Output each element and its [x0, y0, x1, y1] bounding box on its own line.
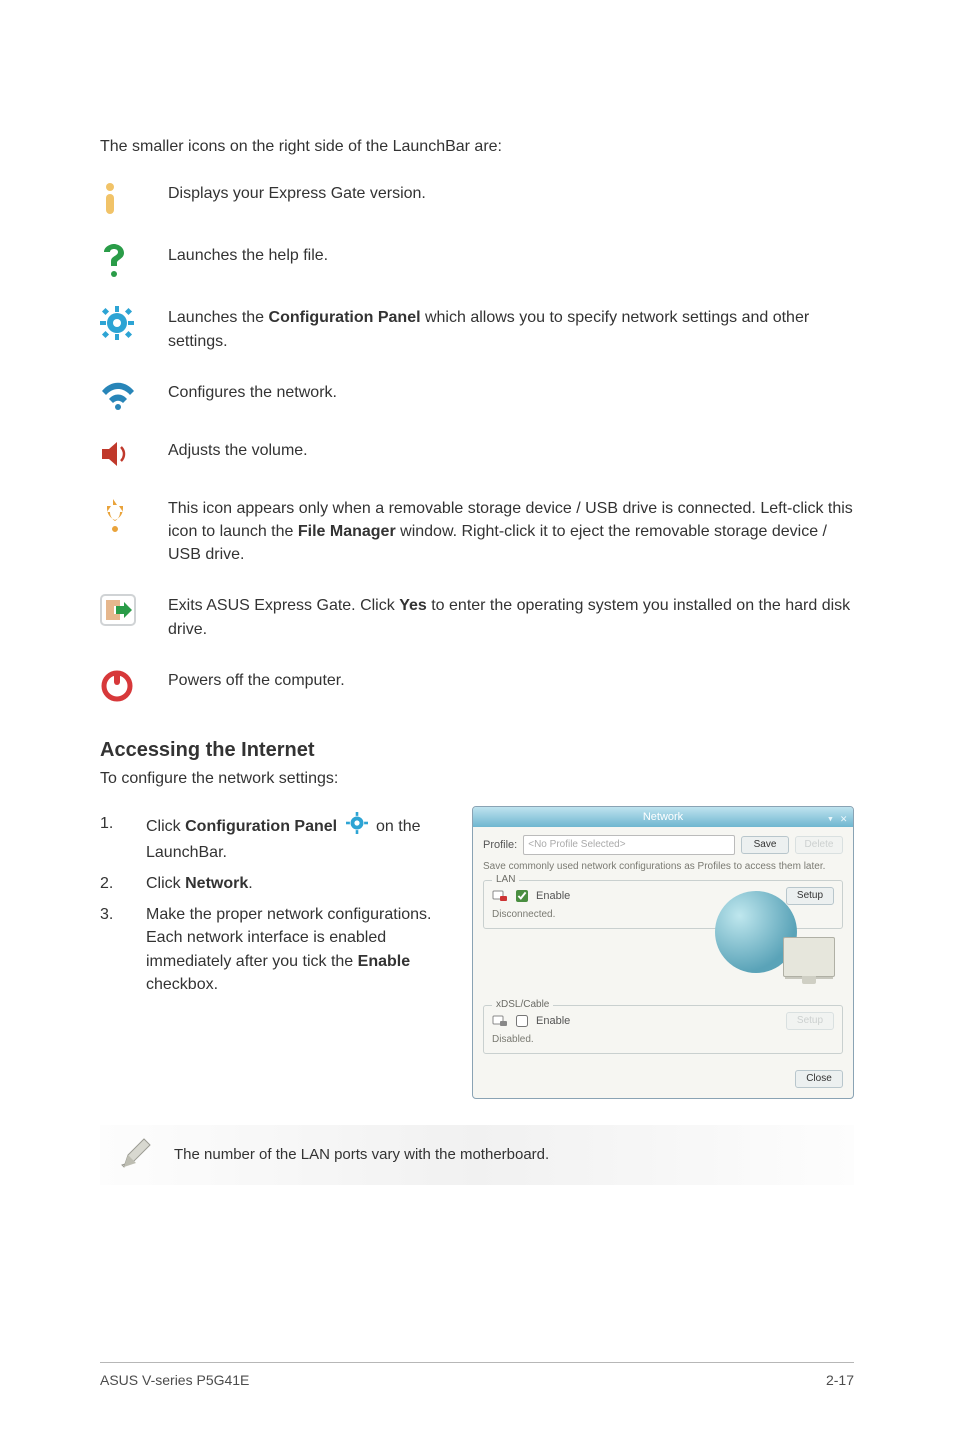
section-heading-accessing-internet: Accessing the Internet — [100, 739, 854, 762]
section-subintro: To configure the network settings: — [100, 770, 854, 788]
close-button[interactable]: Close — [795, 1070, 843, 1088]
exit-desc-bold: Yes — [399, 597, 427, 614]
intro-text: The smaller icons on the right side of t… — [100, 136, 854, 158]
page-footer: ASUS V-series P5G41E 2-17 — [100, 1372, 854, 1388]
gear-icon — [100, 306, 134, 340]
launchbar-icon-network-row: Configures the network. — [100, 381, 854, 411]
config-row-desc: Launches the Configuration Panel which a… — [168, 306, 854, 352]
network-config-window: Network ▾ ✕ Profile: <No Profile Selecte… — [472, 806, 854, 1099]
step-3-bold: Enable — [358, 953, 410, 970]
profile-select[interactable]: <No Profile Selected> — [523, 835, 735, 855]
network-window-titlebar: Network ▾ ✕ — [473, 807, 853, 827]
xdsl-enable-checkbox[interactable] — [516, 1015, 528, 1027]
launchbar-icon-usb-row: This icon appears only when a removable … — [100, 497, 854, 567]
xdsl-status-text: Disabled. — [492, 1034, 834, 1045]
gear-icon — [346, 812, 368, 841]
info-row-desc: Displays your Express Gate version. — [168, 182, 854, 205]
network-globe-illustration — [715, 885, 835, 995]
xdsl-setup-button: Setup — [786, 1012, 834, 1030]
exit-desc-part1: Exits ASUS Express Gate. Click — [168, 597, 399, 614]
xdsl-icon — [492, 1013, 508, 1029]
save-button[interactable]: Save — [741, 836, 789, 854]
xdsl-legend: xDSL/Cable — [492, 999, 553, 1010]
note-callout-text: The number of the LAN ports vary with th… — [174, 1146, 549, 1163]
launchbar-icon-power-row: Powers off the computer. — [100, 669, 854, 703]
footer-left: ASUS V-series P5G41E — [100, 1372, 249, 1388]
step-3-number: 3. — [100, 903, 146, 996]
lan-legend: LAN — [492, 874, 519, 885]
profile-note: Save commonly used network configuration… — [483, 861, 843, 872]
launchbar-icon-exit-row: Exits ASUS Express Gate. Click Yes to en… — [100, 594, 854, 640]
help-icon — [100, 244, 128, 278]
help-row-desc: Launches the help file. — [168, 244, 854, 267]
footer-right: 2-17 — [826, 1372, 854, 1388]
step-3: 3. Make the proper network configuration… — [100, 903, 442, 996]
pencil-note-icon — [118, 1137, 154, 1173]
lan-icon — [492, 888, 508, 904]
step-2-pre: Click — [146, 875, 185, 892]
step-1-pre: Click — [146, 818, 185, 835]
volume-row-desc: Adjusts the volume. — [168, 439, 854, 462]
step-1: 1. Click Configuration Panel on the Laun… — [100, 812, 442, 864]
step-3-post: checkbox. — [146, 976, 218, 993]
delete-button: Delete — [795, 836, 843, 854]
network-row-desc: Configures the network. — [168, 381, 854, 404]
step-2: 2. Click Network. — [100, 872, 442, 895]
exit-icon — [100, 594, 136, 626]
step-2-post: . — [248, 875, 252, 892]
usb-desc-bold: File Manager — [298, 523, 396, 540]
launchbar-icon-config-row: Launches the Configuration Panel which a… — [100, 306, 854, 352]
step-1-number: 1. — [100, 812, 146, 864]
step-2-number: 2. — [100, 872, 146, 895]
step-1-bold: Configuration Panel — [185, 818, 337, 835]
note-callout: The number of the LAN ports vary with th… — [100, 1125, 854, 1185]
power-row-desc: Powers off the computer. — [168, 669, 854, 692]
config-desc-part1: Launches the — [168, 309, 269, 326]
power-icon — [100, 669, 134, 703]
config-desc-bold: Configuration Panel — [269, 309, 421, 326]
step-2-bold: Network — [185, 875, 248, 892]
xdsl-group: xDSL/Cable Enable Setup Disabled. — [483, 1005, 843, 1054]
launchbar-icon-volume-row: Adjusts the volume. — [100, 439, 854, 469]
speaker-icon — [100, 439, 130, 469]
network-window-title: Network — [643, 811, 683, 823]
lan-enable-checkbox[interactable] — [516, 890, 528, 902]
profile-label: Profile: — [483, 839, 517, 851]
usb-row-desc: This icon appears only when a removable … — [168, 497, 854, 567]
info-icon — [100, 182, 120, 216]
launchbar-icon-help-row: Launches the help file. — [100, 244, 854, 278]
wifi-icon — [100, 381, 136, 411]
launchbar-icon-info-row: Displays your Express Gate version. — [100, 182, 854, 216]
window-controls[interactable]: ▾ ✕ — [827, 809, 847, 829]
usb-icon — [100, 497, 126, 535]
lan-enable-label: Enable — [536, 890, 570, 902]
xdsl-enable-label: Enable — [536, 1015, 570, 1027]
profile-select-placeholder: <No Profile Selected> — [528, 839, 625, 850]
exit-row-desc: Exits ASUS Express Gate. Click Yes to en… — [168, 594, 854, 640]
